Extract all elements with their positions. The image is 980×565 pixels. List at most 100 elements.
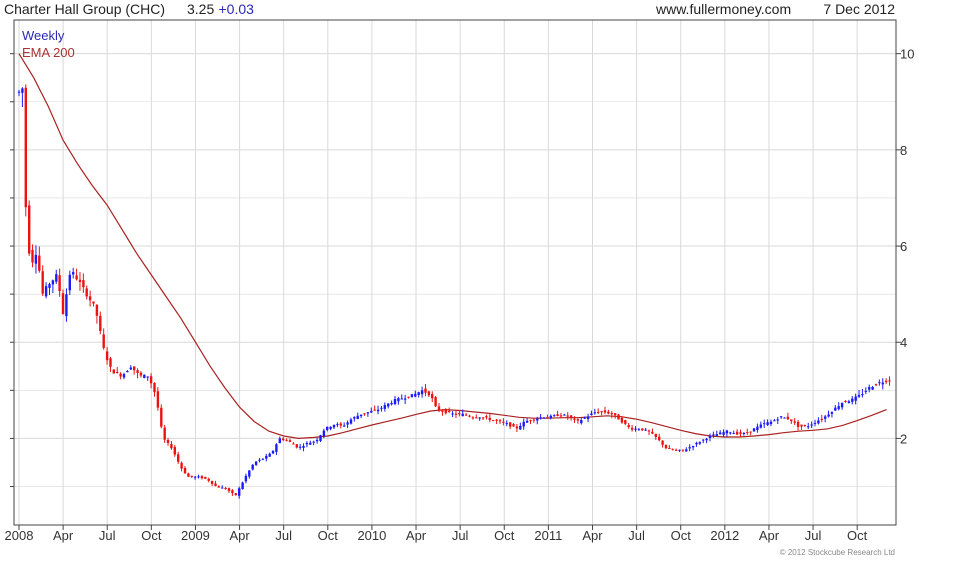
x-tick-label: Jul — [452, 528, 469, 543]
candle-body — [739, 432, 742, 434]
candle-body — [600, 411, 603, 413]
candle-body — [732, 433, 735, 435]
candle-body — [163, 427, 166, 440]
candle-body — [509, 422, 512, 427]
candle-body — [24, 87, 27, 208]
candle-body — [603, 410, 607, 413]
candle-body — [28, 205, 31, 254]
candle-body — [620, 417, 624, 423]
candle-body — [881, 382, 884, 385]
last-price: 3.25 — [187, 1, 214, 17]
candle-body — [85, 288, 88, 297]
candle-body — [400, 398, 403, 400]
x-tick-label: Jul — [805, 528, 822, 543]
candle-body — [553, 415, 556, 417]
candle-body — [109, 358, 112, 367]
candle-body — [597, 412, 600, 414]
candle-body — [586, 416, 590, 420]
candle-body — [817, 420, 820, 424]
candle-body — [251, 464, 254, 470]
candle-body — [353, 417, 356, 419]
candle-body — [824, 416, 827, 419]
candle-body — [31, 249, 34, 263]
candle-body — [112, 369, 115, 374]
candle-body — [356, 415, 359, 419]
candle-body — [576, 419, 580, 421]
candle-body — [729, 432, 732, 434]
candle-body — [803, 425, 806, 427]
candle-body — [116, 371, 119, 373]
candle-body — [454, 413, 458, 415]
candle-body — [312, 441, 315, 443]
candle-body — [129, 367, 132, 370]
candle-body — [593, 412, 596, 414]
candle-body — [51, 280, 55, 285]
candle-body — [329, 426, 332, 429]
candle-body — [34, 254, 38, 264]
candle-body — [766, 422, 769, 426]
candle-body — [654, 433, 657, 437]
candle-body — [393, 399, 397, 404]
candle-body — [481, 417, 485, 419]
candle-body — [244, 475, 248, 482]
candle-body — [363, 413, 366, 415]
candle-body — [813, 422, 817, 424]
candle-body — [735, 431, 739, 435]
candle-body — [861, 394, 864, 396]
candle-body — [126, 371, 129, 373]
candle-body — [268, 453, 271, 457]
candle-body — [420, 390, 424, 395]
y-tick-label: 4 — [900, 335, 907, 350]
candle-body — [674, 449, 678, 451]
candle-body — [122, 374, 126, 378]
candle-body — [75, 275, 78, 280]
candle-body — [519, 425, 522, 430]
candle-body — [322, 430, 326, 437]
candle-body — [698, 442, 701, 444]
candle-body — [298, 446, 302, 448]
copyright: © 2012 Stockcube Research Ltd — [780, 548, 895, 557]
candle-body — [370, 410, 373, 413]
candle-body — [556, 414, 559, 416]
candle-body — [630, 427, 634, 430]
candle-body — [102, 334, 105, 348]
candle-body — [522, 421, 525, 427]
candle-body — [779, 416, 783, 418]
candle-body — [265, 455, 268, 459]
candle-body — [105, 351, 109, 361]
chart-background — [0, 0, 980, 560]
candle-body — [840, 403, 844, 408]
y-tick-label: 2 — [900, 431, 907, 446]
x-tick-label: Oct — [318, 528, 339, 543]
candle-body — [668, 448, 671, 449]
candle-body — [282, 438, 285, 441]
x-tick-label: Apr — [759, 528, 780, 543]
candle-body — [563, 414, 566, 416]
candle-body — [99, 315, 102, 331]
candle-body — [800, 424, 803, 427]
candle-body — [275, 444, 278, 452]
x-tick-label: Oct — [494, 528, 515, 543]
candle-body — [702, 439, 705, 441]
candle-body — [204, 476, 207, 479]
x-tick-label: Apr — [406, 528, 427, 543]
legend-indicator: EMA 200 — [22, 45, 75, 60]
candle-body — [549, 415, 552, 418]
candle-body — [471, 417, 475, 419]
candle-body — [691, 446, 695, 448]
candle-body — [221, 487, 224, 489]
candle-body — [166, 440, 170, 443]
candle-body — [752, 428, 756, 432]
candle-body — [315, 440, 319, 442]
candle-body — [742, 433, 746, 434]
x-tick-label: Oct — [847, 528, 868, 543]
candle-body — [153, 382, 156, 393]
candle-body — [58, 275, 61, 292]
candle-body — [624, 420, 627, 424]
candle-body — [407, 396, 410, 398]
candle-body — [119, 373, 122, 377]
candle-body — [373, 409, 376, 411]
candle-body — [292, 443, 295, 445]
candle-body — [573, 418, 576, 420]
candle-body — [48, 284, 51, 288]
